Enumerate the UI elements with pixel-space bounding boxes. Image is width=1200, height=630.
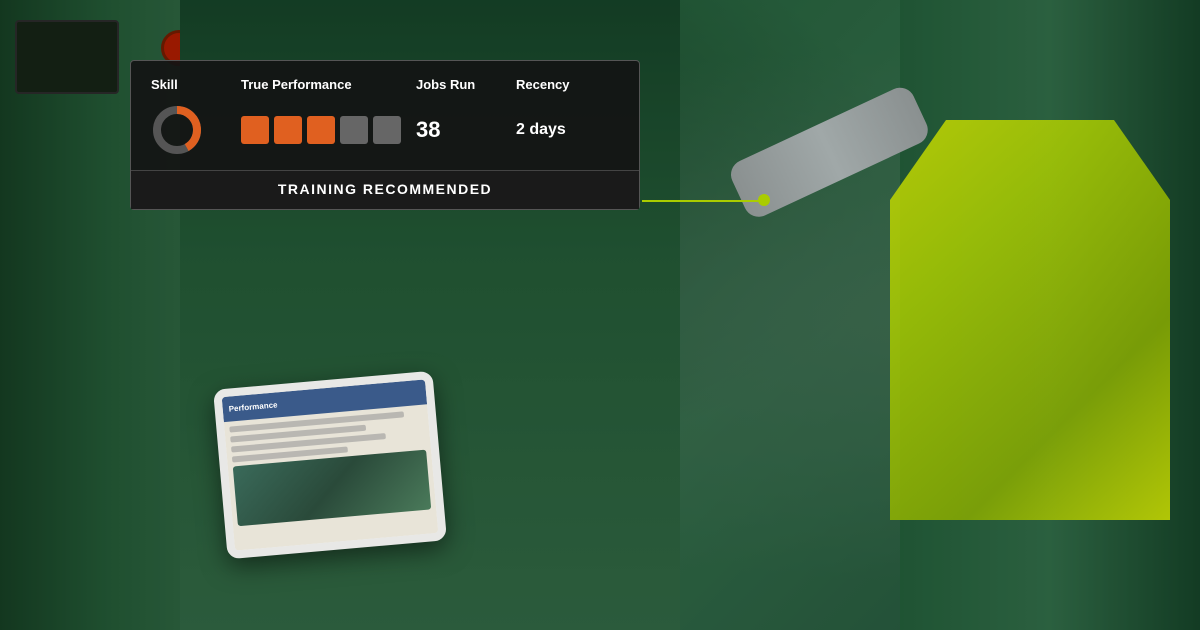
tablet-image xyxy=(233,450,431,527)
training-text: TRAINING RECOMMENDED xyxy=(278,181,492,197)
card-header: Skill True Performance Jobs Run Recency xyxy=(151,77,619,92)
col-true-performance-header: True Performance xyxy=(241,77,416,92)
jobs-run-value: 38 xyxy=(416,117,516,143)
col-recency-header: Recency xyxy=(516,77,616,92)
info-card: Skill True Performance Jobs Run Recency xyxy=(130,60,640,210)
tablet-screen: Performance xyxy=(222,379,439,550)
connector-dot xyxy=(758,194,770,206)
worker-vest xyxy=(890,120,1170,520)
connector-line xyxy=(642,200,762,202)
perf-bar-5 xyxy=(373,116,401,144)
tablet-header-text: Performance xyxy=(228,400,278,413)
donut-chart xyxy=(151,104,203,156)
perf-bar-4 xyxy=(340,116,368,144)
performance-bars xyxy=(241,116,416,144)
perf-bar-1 xyxy=(241,116,269,144)
perf-bar-2 xyxy=(274,116,302,144)
card-content: Skill True Performance Jobs Run Recency xyxy=(131,61,639,170)
col-skill-header: Skill xyxy=(151,77,241,92)
tablet: Performance xyxy=(213,371,447,560)
card-data-row: 38 2 days xyxy=(151,104,619,170)
recency-value: 2 days xyxy=(516,121,616,139)
skill-donut xyxy=(151,104,241,156)
training-banner: TRAINING RECOMMENDED xyxy=(131,170,639,209)
tablet-content xyxy=(224,404,437,531)
tablet-container: Performance xyxy=(213,371,447,560)
perf-bar-3 xyxy=(307,116,335,144)
col-jobs-run-header: Jobs Run xyxy=(416,77,516,92)
